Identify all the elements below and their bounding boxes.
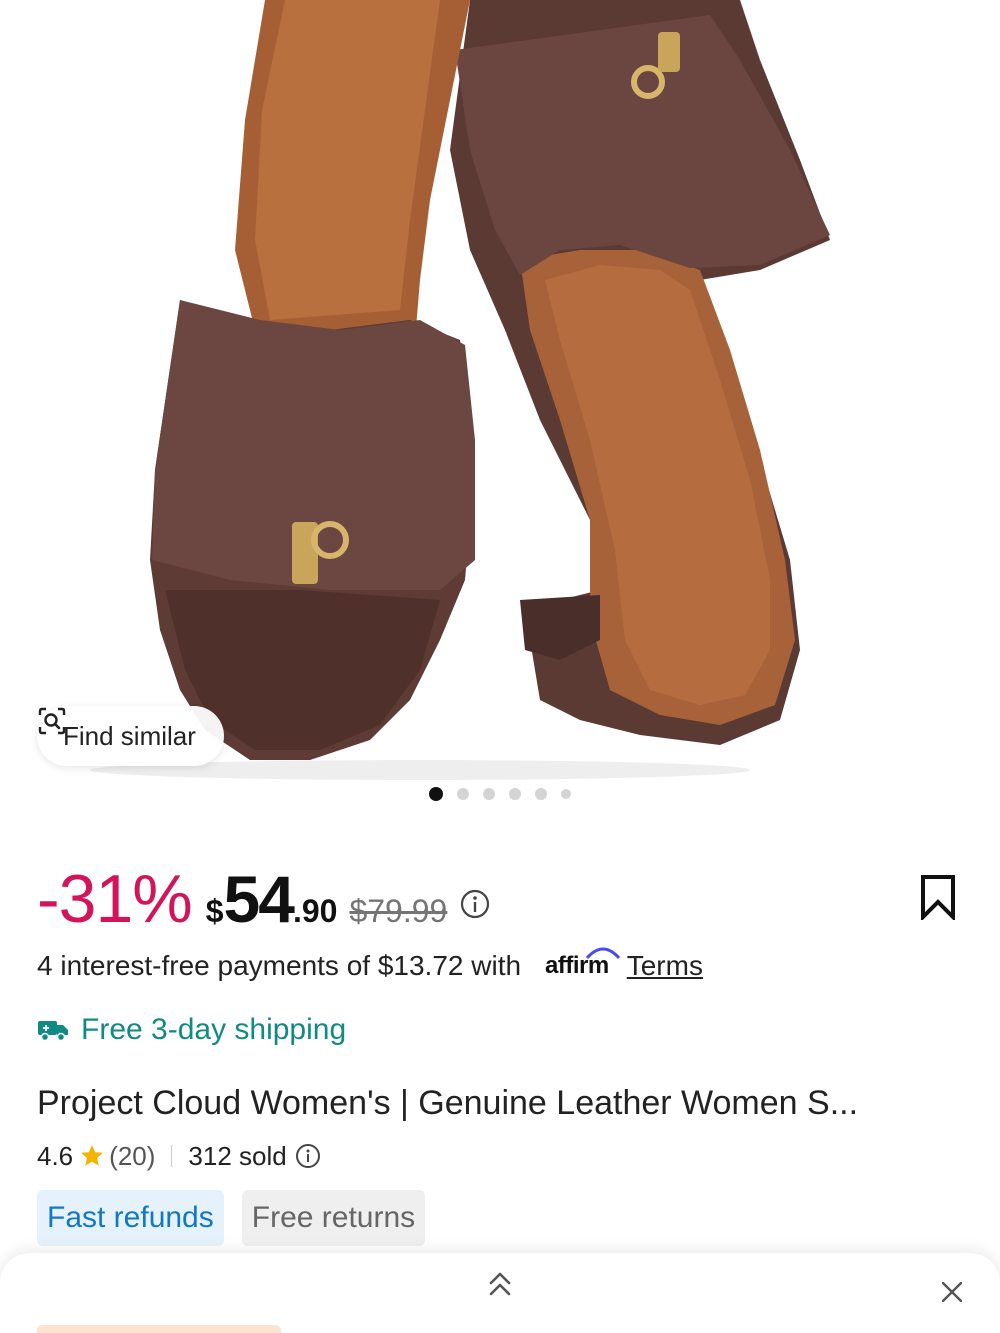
price-currency: $ <box>205 893 224 929</box>
discount-percent: -31% <box>37 861 193 937</box>
find-similar-button[interactable]: Find similar <box>37 706 224 766</box>
rating-row[interactable]: 4.6 (20) 312 sold <box>37 1136 321 1176</box>
price-whole: 54 <box>223 862 295 936</box>
divider <box>171 1145 173 1167</box>
review-count: (20) <box>109 1140 156 1171</box>
carousel-dot[interactable] <box>457 788 469 800</box>
price-row: -31% $ 54 .90 $79.99 <box>37 860 491 940</box>
star-icon <box>81 1145 104 1166</box>
price-cents: .90 <box>292 893 338 929</box>
find-similar-label: Find similar <box>63 720 196 751</box>
original-price: $79.99 <box>349 893 448 929</box>
terms-link[interactable]: Terms <box>627 950 703 982</box>
sold-count: 312 sold <box>188 1140 287 1171</box>
close-icon[interactable] <box>940 1280 964 1304</box>
carousel-dot[interactable] <box>429 787 443 801</box>
product-page: Find similar -31% $ 54 .90 $79.99 4 inte… <box>0 0 1000 1333</box>
shipping-label: Free 3-day shipping <box>81 1013 347 1046</box>
visual-search-icon <box>38 707 66 735</box>
carousel-dot[interactable] <box>535 788 547 800</box>
free-returns-badge[interactable]: Free returns <box>241 1190 426 1246</box>
carousel-indicator <box>0 786 1000 802</box>
rating-value: 4.6 <box>37 1140 74 1171</box>
product-title[interactable]: Project Cloud Women's | Genuine Leather … <box>37 1084 967 1123</box>
bottom-sheet[interactable] <box>0 1253 1000 1333</box>
product-image-carousel[interactable]: Find similar <box>0 0 1000 820</box>
truck-icon <box>38 1021 68 1042</box>
carousel-dot[interactable] <box>561 789 571 799</box>
sold-info-icon[interactable] <box>295 1143 321 1169</box>
shipping-info[interactable]: Free 3-day shipping <box>37 1008 346 1052</box>
installment-text: 4 interest-free payments of $13.72 with <box>37 950 522 981</box>
carousel-dot[interactable] <box>483 788 495 800</box>
fast-refunds-badge[interactable]: Fast refunds <box>37 1190 224 1246</box>
price-info-icon[interactable] <box>459 888 491 920</box>
expand-up-icon[interactable] <box>487 1269 513 1299</box>
carousel-dot[interactable] <box>509 788 521 800</box>
product-photo <box>90 0 830 780</box>
service-badges: Fast refunds Free returns <box>37 1190 426 1246</box>
affirm-arc-icon <box>585 947 621 960</box>
affirm-logo: affirm <box>545 947 621 980</box>
installment-info: 4 interest-free payments of $13.72 with … <box>37 944 703 988</box>
bookmark-icon[interactable] <box>918 874 958 920</box>
sheet-peek-banner <box>37 1325 281 1333</box>
